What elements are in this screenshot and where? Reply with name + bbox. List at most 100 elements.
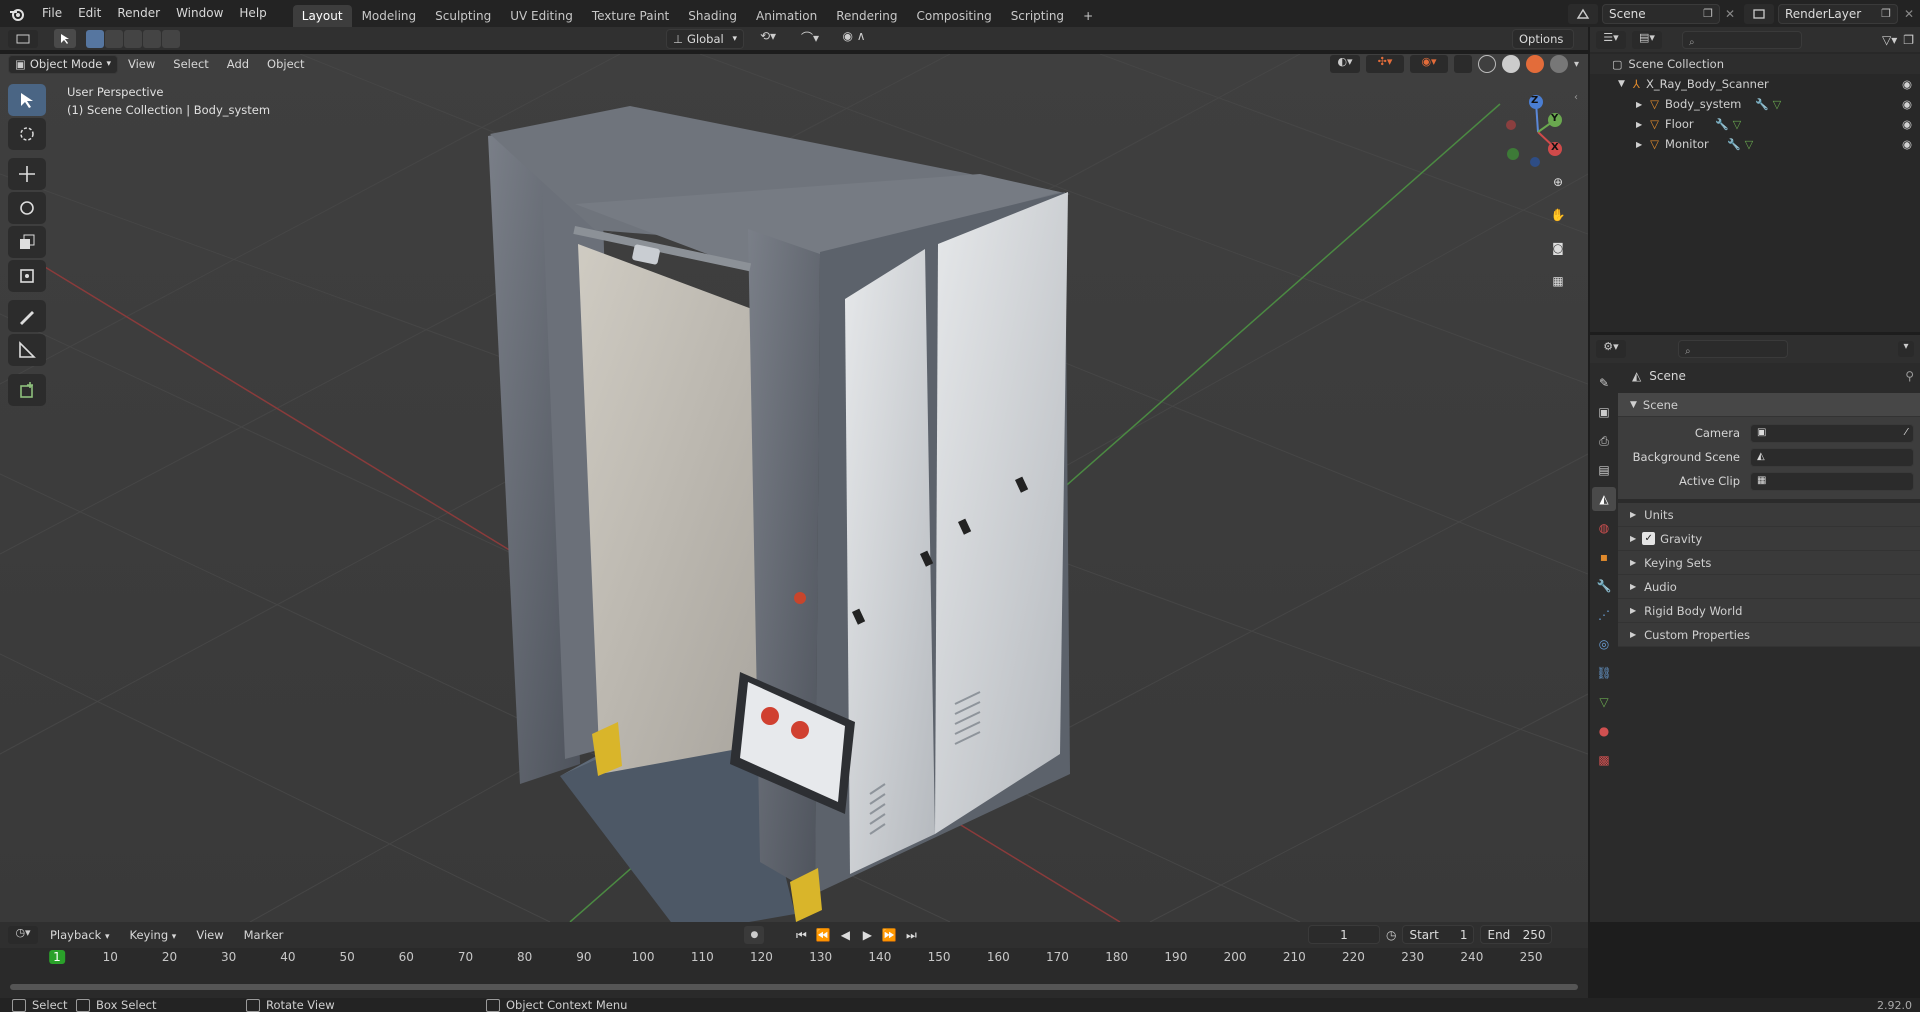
select-mode-invert-icon[interactable] <box>143 29 161 48</box>
sidebar-toggle-icon[interactable]: ‹ <box>1574 92 1578 103</box>
outliner-scene-collection[interactable]: ▢ Scene Collection <box>1590 54 1920 74</box>
tool-tab-icon[interactable]: ✎ <box>1592 371 1616 395</box>
current-frame-marker[interactable]: 1 <box>49 950 65 964</box>
camera-field[interactable]: ▣ ⁄ <box>1750 423 1914 443</box>
physics-tab-icon[interactable]: ◎ <box>1592 632 1616 656</box>
rotate-tool[interactable] <box>8 192 46 224</box>
outliner-search-input[interactable]: ⌕ <box>1682 30 1802 49</box>
mesh-data-icon[interactable]: ▽ <box>1773 98 1781 111</box>
mesh-data-icon[interactable]: ▽ <box>1745 138 1753 151</box>
scene-icon[interactable] <box>1568 3 1598 24</box>
timeline-menu-marker[interactable]: Marker <box>236 925 292 945</box>
eyedropper-icon[interactable]: ⁄ <box>1905 424 1907 442</box>
shading-solid-icon[interactable] <box>1502 55 1520 73</box>
viewport-menu-select[interactable]: Select <box>165 54 216 74</box>
texture-tab-icon[interactable]: ▩ <box>1592 748 1616 772</box>
tab-rendering[interactable]: Rendering <box>827 5 906 27</box>
options-dropdown[interactable]: Options ▾ <box>1512 28 1574 64</box>
menu-help[interactable]: Help <box>231 0 274 27</box>
scene-selector[interactable]: Scene ❐ <box>1602 3 1720 24</box>
annotate-tool[interactable] <box>8 300 46 332</box>
timeline-editor-type-icon[interactable]: ◷▾ <box>8 926 38 944</box>
jump-end-icon[interactable]: ⏭ <box>902 928 920 943</box>
play-reverse-icon[interactable]: ◀ <box>836 928 854 942</box>
timeline-ruler[interactable]: 1 10 20 30 40 50 60 70 80 90 100 110 120 130 140 150 160… <box>10 950 1578 970</box>
measure-tool[interactable] <box>8 334 46 366</box>
proportional-edit-icon[interactable]: ◉ ∧ <box>834 29 874 49</box>
visibility-eye-icon[interactable]: ◉ <box>1902 117 1912 131</box>
select-mode-new-icon[interactable] <box>86 29 104 48</box>
panel-units[interactable]: ▶ Units <box>1618 503 1920 527</box>
close-icon[interactable]: ✕ <box>1720 7 1740 21</box>
properties-search-input[interactable]: ⌕ <box>1678 340 1788 358</box>
options-chevron-icon[interactable]: ▾ <box>1898 341 1914 357</box>
viewport-menu-object[interactable]: Object <box>259 54 312 74</box>
jump-start-icon[interactable]: ⏮ <box>792 928 810 943</box>
display-mode-icon[interactable]: ▤▾ <box>1632 30 1662 49</box>
tab-sculpting[interactable]: Sculpting <box>426 5 500 27</box>
gravity-checkbox[interactable]: ✓ <box>1642 532 1656 545</box>
outliner-collection-row[interactable]: ▼ ⅄ X_Ray_Body_Scanner ◉ <box>1590 74 1920 94</box>
shading-options-icon[interactable]: ▾ <box>1574 59 1579 70</box>
timeline-scrollbar[interactable] <box>10 984 1578 990</box>
material-tab-icon[interactable]: ● <box>1592 719 1616 743</box>
modifier-tab-icon[interactable]: 🔧 <box>1592 574 1616 598</box>
camera-view-icon[interactable]: ◙ <box>1546 236 1570 260</box>
transform-orientation-dropdown[interactable]: ⊥ Global ▾ <box>666 28 744 49</box>
timeline-menu-playback[interactable]: Playback ▾ <box>42 925 118 945</box>
panel-audio[interactable]: ▶ Audio <box>1618 575 1920 599</box>
render-layer-selector[interactable]: RenderLayer ❐ <box>1778 3 1898 24</box>
outliner-item-floor[interactable]: ▶ ▽ Floor 🔧 ▽ ◉ <box>1590 114 1920 134</box>
active-clip-field[interactable]: ▦ <box>1750 471 1914 491</box>
properties-editor-type-icon[interactable]: ⚙▾ <box>1596 340 1626 358</box>
overlay-toggle-icon[interactable]: ◉▾ <box>1410 55 1448 73</box>
menu-render[interactable]: Render <box>109 0 168 27</box>
shading-material-icon[interactable] <box>1526 55 1544 73</box>
outliner-item-monitor[interactable]: ▶ ▽ Monitor 🔧 ▽ ◉ <box>1590 134 1920 154</box>
tab-animation[interactable]: Animation <box>747 5 826 27</box>
data-tab-icon[interactable]: ▽ <box>1592 690 1616 714</box>
gizmo-toggle-icon[interactable]: ✣▾ <box>1366 55 1404 73</box>
start-frame-field[interactable]: Start 1 <box>1402 925 1475 944</box>
select-tool-icon[interactable] <box>54 29 76 48</box>
copy-icon[interactable]: ❐ <box>1881 5 1891 23</box>
timeline-menu-keying[interactable]: Keying ▾ <box>122 925 185 945</box>
expand-arrow-icon[interactable]: ▶ <box>1636 140 1642 149</box>
pin-icon[interactable]: ⚲ <box>1905 369 1914 383</box>
mesh-data-icon[interactable]: ▽ <box>1733 118 1741 131</box>
outliner-item-body-system[interactable]: ▶ ▽ Body_system 🔧 ▽ ◉ <box>1590 94 1920 114</box>
viewport-menu-view[interactable]: View <box>120 54 163 74</box>
end-frame-field[interactable]: End 250 <box>1480 925 1553 944</box>
panel-scene[interactable]: ▼ Scene <box>1618 393 1920 417</box>
viewport-menu-add[interactable]: Add <box>219 54 257 74</box>
expand-arrow-icon[interactable]: ▼ <box>1618 79 1625 89</box>
tab-scripting[interactable]: Scripting <box>1002 5 1073 27</box>
select-mode-intersect-icon[interactable] <box>162 29 180 48</box>
navigation-gizmo[interactable]: Z Y X <box>1498 92 1578 172</box>
constraints-tab-icon[interactable]: ⛓ <box>1592 661 1616 685</box>
close-icon[interactable]: ✕ <box>1898 7 1920 21</box>
tab-layout[interactable]: Layout <box>292 5 352 27</box>
menu-file[interactable]: File <box>34 0 70 27</box>
select-mode-extend-icon[interactable] <box>105 29 123 48</box>
visibility-icon[interactable]: ◐▾ <box>1330 55 1360 73</box>
add-cube-tool[interactable] <box>8 374 46 406</box>
render-tab-icon[interactable]: ▣ <box>1592 400 1616 424</box>
visibility-eye-icon[interactable]: ◉ <box>1902 97 1912 111</box>
select-box-tool[interactable] <box>8 84 46 116</box>
outliner-editor-type-icon[interactable]: ☰▾ <box>1596 30 1626 49</box>
cursor-tool[interactable] <box>8 118 46 150</box>
panel-keying-sets[interactable]: ▶ Keying Sets <box>1618 551 1920 575</box>
view-layer-tab-icon[interactable]: ▤ <box>1592 458 1616 482</box>
modifier-wrench-icon[interactable]: 🔧 <box>1715 118 1729 131</box>
tab-modeling[interactable]: Modeling <box>353 5 426 27</box>
zoom-icon[interactable]: ⊕ <box>1546 170 1570 194</box>
select-mode-subtract-icon[interactable] <box>124 29 142 48</box>
tab-compositing[interactable]: Compositing <box>907 5 1000 27</box>
background-scene-field[interactable]: ◭ <box>1750 447 1914 467</box>
object-tab-icon[interactable]: ▪ <box>1592 545 1616 569</box>
xray-toggle-icon[interactable] <box>1454 55 1472 73</box>
pivot-point-icon[interactable]: ⟲▾ <box>750 29 786 49</box>
tab-uv-editing[interactable]: UV Editing <box>501 5 582 27</box>
output-tab-icon[interactable]: ⎙ <box>1592 429 1616 453</box>
